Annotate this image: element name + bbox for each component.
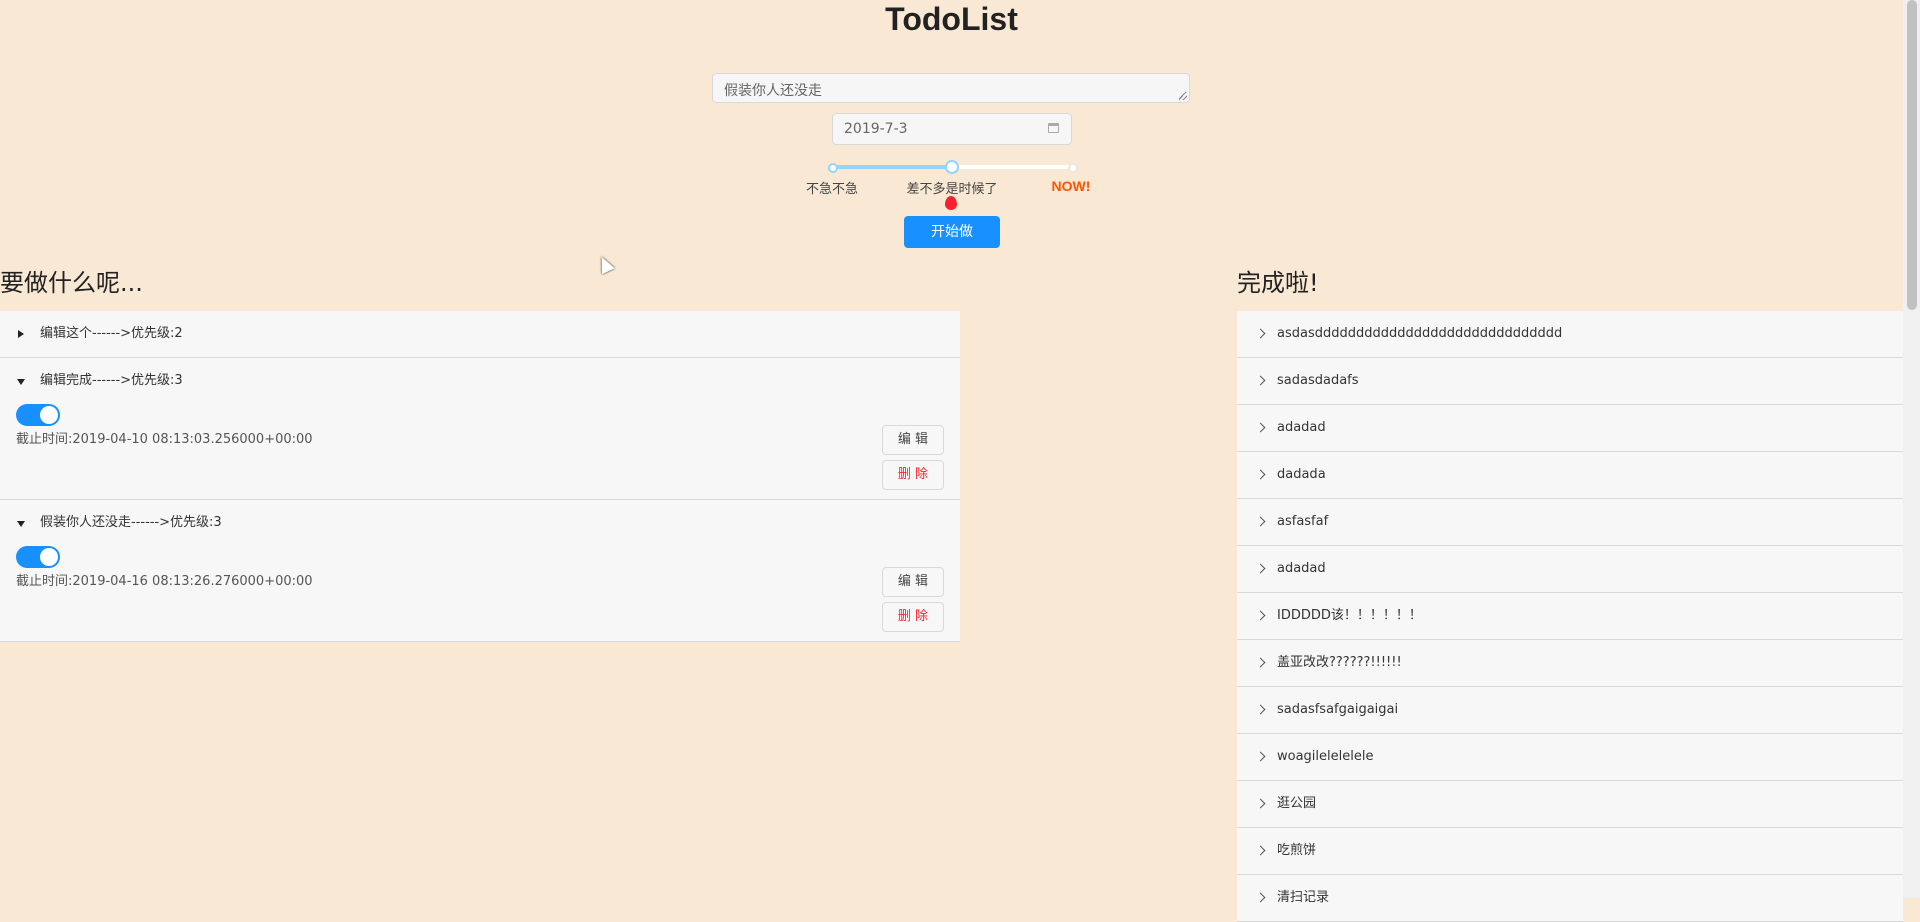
done-item-label: 逛公园 (1277, 796, 1317, 811)
slider-dot[interactable] (828, 163, 838, 173)
caret-down-icon (17, 521, 25, 527)
done-item-label: sadasdadafs (1277, 373, 1359, 388)
slider-handle[interactable] (945, 160, 959, 174)
chevron-right-icon (1255, 610, 1266, 621)
done-item[interactable]: 清扫记录 (1237, 875, 1903, 922)
done-item[interactable]: 盖亚改改??????!!!!!! (1237, 640, 1903, 687)
chevron-right-icon (1255, 422, 1266, 433)
chevron-right-icon (1255, 375, 1266, 386)
todo-list: 编辑这个------>优先级:2 编辑完成------>优先级:3 截止时间:2… (0, 311, 960, 642)
chevron-right-icon (1255, 563, 1266, 574)
page-title: TodoList (885, 1, 1018, 37)
slider-dot[interactable] (1068, 163, 1078, 173)
done-item[interactable]: sadasdadafs (1237, 358, 1903, 405)
done-item[interactable]: dadada (1237, 452, 1903, 499)
done-item[interactable]: woagilelelelele (1237, 734, 1903, 781)
done-item-label: adadad (1277, 420, 1326, 435)
todo-title: 编辑这个------>优先级:2 (40, 326, 183, 341)
todo-panel-header[interactable]: 编辑这个------>优先级:2 (0, 311, 960, 357)
caret-right-icon (18, 330, 24, 338)
start-button[interactable]: 开始做 (904, 216, 1000, 248)
chevron-right-icon (1255, 328, 1266, 339)
todo-panel: 假装你人还没走------>优先级:3 截止时间:2019-04-16 08:1… (0, 500, 960, 642)
done-item[interactable]: 逛公园 (1237, 781, 1903, 828)
todo-heading: 要做什么呢... (0, 269, 143, 297)
chevron-right-icon (1255, 845, 1266, 856)
calendar-icon (1048, 123, 1059, 133)
todo-title: 假装你人还没走------>优先级:3 (40, 515, 222, 530)
chevron-right-icon (1255, 516, 1266, 527)
edit-button[interactable]: 编 辑 (882, 567, 944, 597)
done-toggle[interactable] (16, 546, 60, 568)
chevron-right-icon (1255, 751, 1266, 762)
page-scrollbar[interactable] (1903, 0, 1920, 898)
done-heading: 完成啦! (1237, 269, 1319, 297)
delete-button[interactable]: 删 除 (882, 460, 944, 490)
toggle-knob (40, 406, 58, 424)
done-item[interactable]: asfasfaf (1237, 499, 1903, 546)
todo-title: 编辑完成------>优先级:3 (40, 373, 183, 388)
priority-mark-now: NOW! (1051, 178, 1091, 194)
mouse-cursor-icon (595, 253, 615, 275)
done-item[interactable]: IDDDDD该！！！！！！ (1237, 593, 1903, 640)
edit-button[interactable]: 编 辑 (882, 425, 944, 455)
todo-panel: 编辑这个------>优先级:2 (0, 311, 960, 358)
done-item-label: IDDDDD该！！！！！！ (1277, 608, 1422, 623)
done-item-label: dadada (1277, 467, 1326, 482)
done-item[interactable]: 吃煎饼 (1237, 828, 1903, 875)
done-toggle[interactable] (16, 404, 60, 426)
chevron-right-icon (1255, 704, 1266, 715)
done-item-label: asfasfaf (1277, 514, 1329, 529)
date-value: 2019-7-3 (844, 121, 908, 137)
done-item[interactable]: asdasdddddddddddddddddddddddddddddd (1237, 311, 1903, 358)
date-picker[interactable]: 2019-7-3 (832, 113, 1072, 145)
done-item-label: adadad (1277, 561, 1326, 576)
done-item-label: woagilelelelele (1277, 749, 1374, 764)
todo-panel: 编辑完成------>优先级:3 截止时间:2019-04-10 08:13:0… (0, 358, 960, 500)
chevron-right-icon (1255, 469, 1266, 480)
delete-button[interactable]: 删 除 (882, 602, 944, 632)
done-item[interactable]: adadad (1237, 546, 1903, 593)
todo-input[interactable]: 假装你人还没走 (712, 73, 1190, 103)
done-list: asdasdddddddddddddddddddddddddddddd sada… (1237, 311, 1903, 922)
priority-mark-mid: 差不多是时候了 (906, 182, 998, 197)
todo-panel-header[interactable]: 编辑完成------>优先级:3 (0, 358, 960, 404)
done-item-label: 吃煎饼 (1277, 843, 1317, 858)
chevron-right-icon (1255, 798, 1266, 809)
resize-grip-icon[interactable] (1179, 92, 1187, 100)
todo-panel-body: 截止时间:2019-04-10 08:13:03.256000+00:00 编 … (0, 404, 960, 499)
todo-panel-body: 截止时间:2019-04-16 08:13:26.276000+00:00 编 … (0, 546, 960, 641)
done-item-label: 盖亚改改??????!!!!!! (1277, 655, 1402, 670)
scrollbar-thumb[interactable] (1907, 0, 1917, 310)
priority-slider[interactable] (828, 160, 1078, 174)
fire-icon (945, 196, 957, 210)
toggle-knob (40, 548, 58, 566)
done-item-label: sadasfsafgaigaigai (1277, 702, 1399, 717)
deadline-text: 截止时间:2019-04-10 08:13:03.256000+00:00 (16, 432, 313, 447)
done-item[interactable]: adadad (1237, 405, 1903, 452)
chevron-right-icon (1255, 657, 1266, 668)
priority-mark-low: 不急不急 (805, 182, 859, 197)
todo-panel-header[interactable]: 假装你人还没走------>优先级:3 (0, 500, 960, 546)
slider-track (832, 165, 952, 169)
caret-down-icon (17, 379, 25, 385)
done-item[interactable]: sadasfsafgaigaigai (1237, 687, 1903, 734)
todo-input-value: 假装你人还没走 (724, 83, 822, 99)
deadline-text: 截止时间:2019-04-16 08:13:26.276000+00:00 (16, 574, 313, 589)
done-item-label: asdasdddddddddddddddddddddddddddddd (1277, 326, 1563, 341)
